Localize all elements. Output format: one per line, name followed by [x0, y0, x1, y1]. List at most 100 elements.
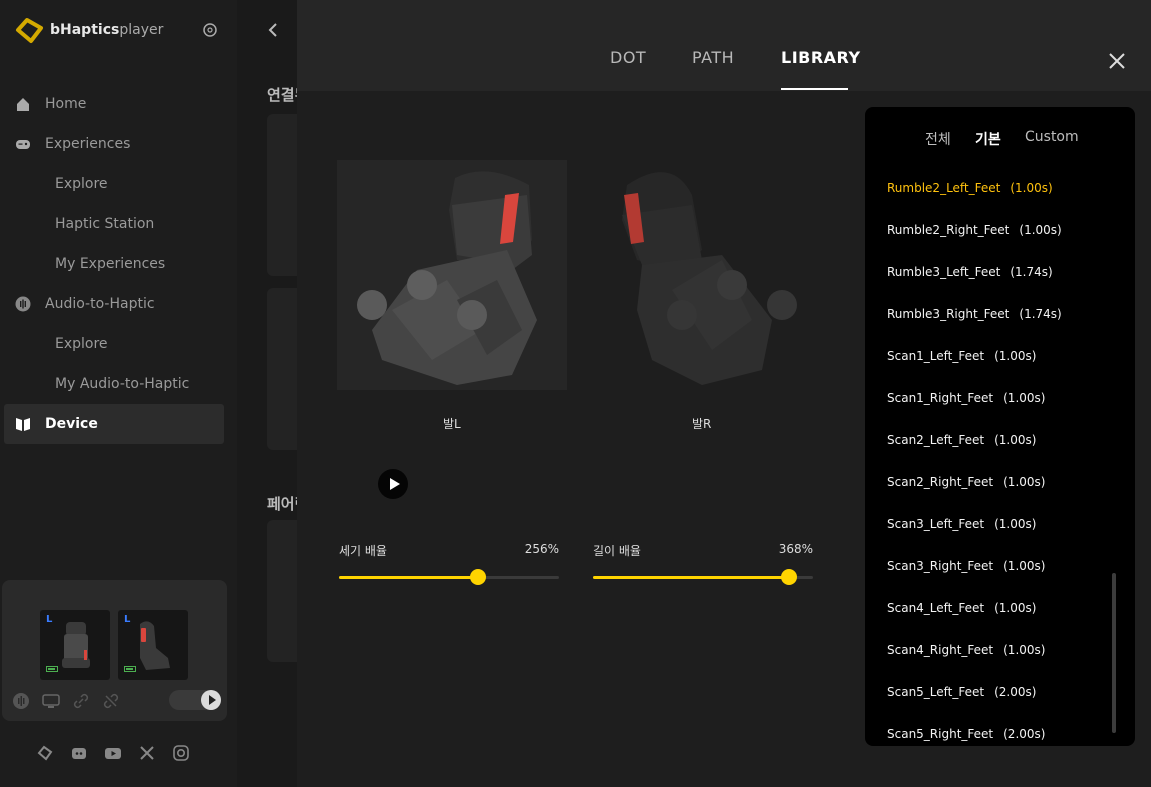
- left-foot-label: 발L: [443, 417, 461, 431]
- slider-track[interactable]: [339, 569, 559, 585]
- instagram-icon[interactable]: [172, 744, 190, 762]
- library-item-duration: (1.00s): [1003, 559, 1046, 573]
- sidebar-item-label: My Audio-to-Haptic: [55, 376, 190, 392]
- library-item-duration: (2.00s): [1003, 727, 1046, 741]
- battery-icon: [124, 666, 136, 672]
- duration-slider[interactable]: 길이 배율 368%: [593, 540, 813, 590]
- library-item-name: Scan2_Left_Feet: [887, 433, 985, 447]
- library-item-duration: (1.00s): [1003, 391, 1046, 405]
- sidebar-item-device[interactable]: Device: [4, 404, 224, 444]
- library-item-duration: (1.74s): [1010, 265, 1053, 279]
- device-side-label: L: [124, 614, 131, 625]
- brand[interactable]: bHapticsplayer: [14, 14, 163, 46]
- library-item[interactable]: Scan4_Left_Feet (1.00s): [865, 587, 1135, 629]
- library-item-duration: (1.00s): [994, 601, 1037, 615]
- right-foot-device-view: [622, 172, 797, 385]
- library-item[interactable]: Scan5_Left_Feet (2.00s): [865, 671, 1135, 713]
- app-window: bHapticsplayer Home Experiences Explore Hap…: [0, 0, 1151, 787]
- connected-devices-widget: L L: [2, 580, 227, 721]
- youtube-icon[interactable]: [104, 744, 122, 762]
- unlink-icon[interactable]: [102, 692, 120, 710]
- right-foot-device-image: [140, 621, 170, 670]
- library-item-name: Scan2_Right_Feet: [887, 475, 994, 489]
- sidebar: bHapticsplayer Home Experiences Explore Hap…: [0, 0, 237, 787]
- sidebar-item-label: Audio-to-Haptic: [45, 296, 155, 312]
- sidebar-item-label: Explore: [55, 336, 108, 352]
- library-item[interactable]: Scan1_Right_Feet (1.00s): [865, 377, 1135, 419]
- library-item[interactable]: Scan3_Right_Feet (1.00s): [865, 545, 1135, 587]
- sidebar-item-label: My Experiences: [55, 256, 166, 272]
- device-icon: [16, 418, 30, 431]
- library-item[interactable]: Scan3_Left_Feet (1.00s): [865, 503, 1135, 545]
- slider-fill: [593, 576, 789, 579]
- sidebar-item-experiences[interactable]: Experiences: [0, 124, 237, 164]
- mini-device-card[interactable]: L: [118, 610, 188, 680]
- library-panel: 전체 기본 Custom Rumble2_Left_Feet (1.00s) Rum…: [865, 107, 1135, 746]
- tab-dot[interactable]: DOT: [610, 48, 646, 67]
- library-item-duration: (1.00s): [1019, 223, 1062, 237]
- duration-label: 길이 배율: [593, 544, 641, 558]
- link-icon[interactable]: [72, 692, 90, 710]
- sidebar-item-my-audio-to-haptic[interactable]: My Audio-to-Haptic: [0, 364, 237, 404]
- library-list: Rumble2_Left_Feet (1.00s) Rumble2_Right_Fe…: [865, 167, 1135, 746]
- library-item-name: Scan3_Right_Feet: [887, 559, 994, 573]
- library-item[interactable]: Rumble3_Right_Feet (1.74s): [865, 293, 1135, 335]
- slider-thumb[interactable]: [780, 569, 797, 585]
- close-icon[interactable]: [1107, 51, 1127, 71]
- sidebar-item-explore[interactable]: Explore: [0, 164, 237, 204]
- sidebar-item-my-experiences[interactable]: My Experiences: [0, 244, 237, 284]
- right-foot-label: 발R: [692, 417, 712, 431]
- library-item[interactable]: Scan2_Right_Feet (1.00s): [865, 461, 1135, 503]
- play-icon: [201, 690, 221, 710]
- library-item-name: Rumble2_Left_Feet: [887, 181, 1001, 195]
- x-twitter-icon[interactable]: [138, 744, 156, 762]
- discord-icon[interactable]: [70, 744, 88, 762]
- sidebar-item-audio-to-haptic[interactable]: Audio-to-Haptic: [0, 284, 237, 324]
- library-item-duration: (1.00s): [994, 517, 1037, 531]
- sidebar-nav: Home Experiences Explore Haptic Station My E…: [0, 84, 237, 444]
- library-item[interactable]: Scan5_Right_Feet (2.00s): [865, 713, 1135, 746]
- library-tab-custom[interactable]: Custom: [1025, 129, 1079, 145]
- library-item-name: Rumble3_Left_Feet: [887, 265, 1001, 279]
- library-item[interactable]: Scan1_Left_Feet (1.00s): [865, 335, 1135, 377]
- audio-wave-icon[interactable]: [12, 692, 30, 710]
- slider-track[interactable]: [593, 569, 813, 585]
- library-item-name: Scan4_Right_Feet: [887, 643, 994, 657]
- library-item[interactable]: Scan4_Right_Feet (1.00s): [865, 629, 1135, 671]
- library-item[interactable]: Rumble2_Right_Feet (1.00s): [865, 209, 1135, 251]
- intensity-value: 256%: [524, 542, 559, 556]
- library-item[interactable]: Rumble2_Left_Feet (1.00s): [865, 167, 1135, 209]
- haptic-test-modal: DOT PATH LIBRARY 발L 발R 세기 배율 256% 길이 배율 …: [297, 0, 1151, 787]
- brand-name: bHapticsplayer: [50, 22, 164, 38]
- back-arrow-icon[interactable]: [267, 22, 279, 38]
- library-item-duration: (1.00s): [994, 349, 1037, 363]
- device-side-label: L: [46, 614, 53, 625]
- library-item[interactable]: Scan2_Left_Feet (1.00s): [865, 419, 1135, 461]
- sidebar-item-label: Experiences: [45, 136, 131, 152]
- library-tab-basic[interactable]: 기본: [975, 129, 1001, 149]
- library-item[interactable]: Rumble3_Left_Feet (1.74s): [865, 251, 1135, 293]
- slider-thumb[interactable]: [469, 569, 486, 585]
- tab-path[interactable]: PATH: [692, 48, 734, 67]
- library-item-name: Rumble2_Right_Feet: [887, 223, 1010, 237]
- sidebar-item-explore[interactable]: Explore: [0, 324, 237, 364]
- library-item-name: Scan1_Right_Feet: [887, 391, 994, 405]
- slider-fill: [339, 576, 478, 579]
- sidebar-item-home[interactable]: Home: [0, 84, 237, 124]
- library-scrollbar[interactable]: [1112, 573, 1116, 733]
- bhaptics-icon[interactable]: [36, 744, 54, 762]
- intensity-slider[interactable]: 세기 배율 256%: [339, 540, 559, 590]
- sidebar-item-label: Haptic Station: [55, 216, 155, 232]
- library-item-name: Scan3_Left_Feet: [887, 517, 985, 531]
- sidebar-item-haptic-station[interactable]: Haptic Station: [0, 204, 237, 244]
- mini-device-card[interactable]: L: [40, 610, 110, 680]
- library-item-duration: (1.00s): [1003, 643, 1046, 657]
- library-item-name: Scan1_Left_Feet: [887, 349, 985, 363]
- settings-gear-icon[interactable]: [201, 21, 219, 39]
- play-toggle[interactable]: [169, 690, 221, 710]
- sidebar-item-label: Explore: [55, 176, 108, 192]
- monitor-icon[interactable]: [42, 692, 60, 710]
- library-tab-all[interactable]: 전체: [925, 129, 951, 149]
- play-button[interactable]: [378, 469, 408, 499]
- tab-library[interactable]: LIBRARY: [781, 48, 861, 67]
